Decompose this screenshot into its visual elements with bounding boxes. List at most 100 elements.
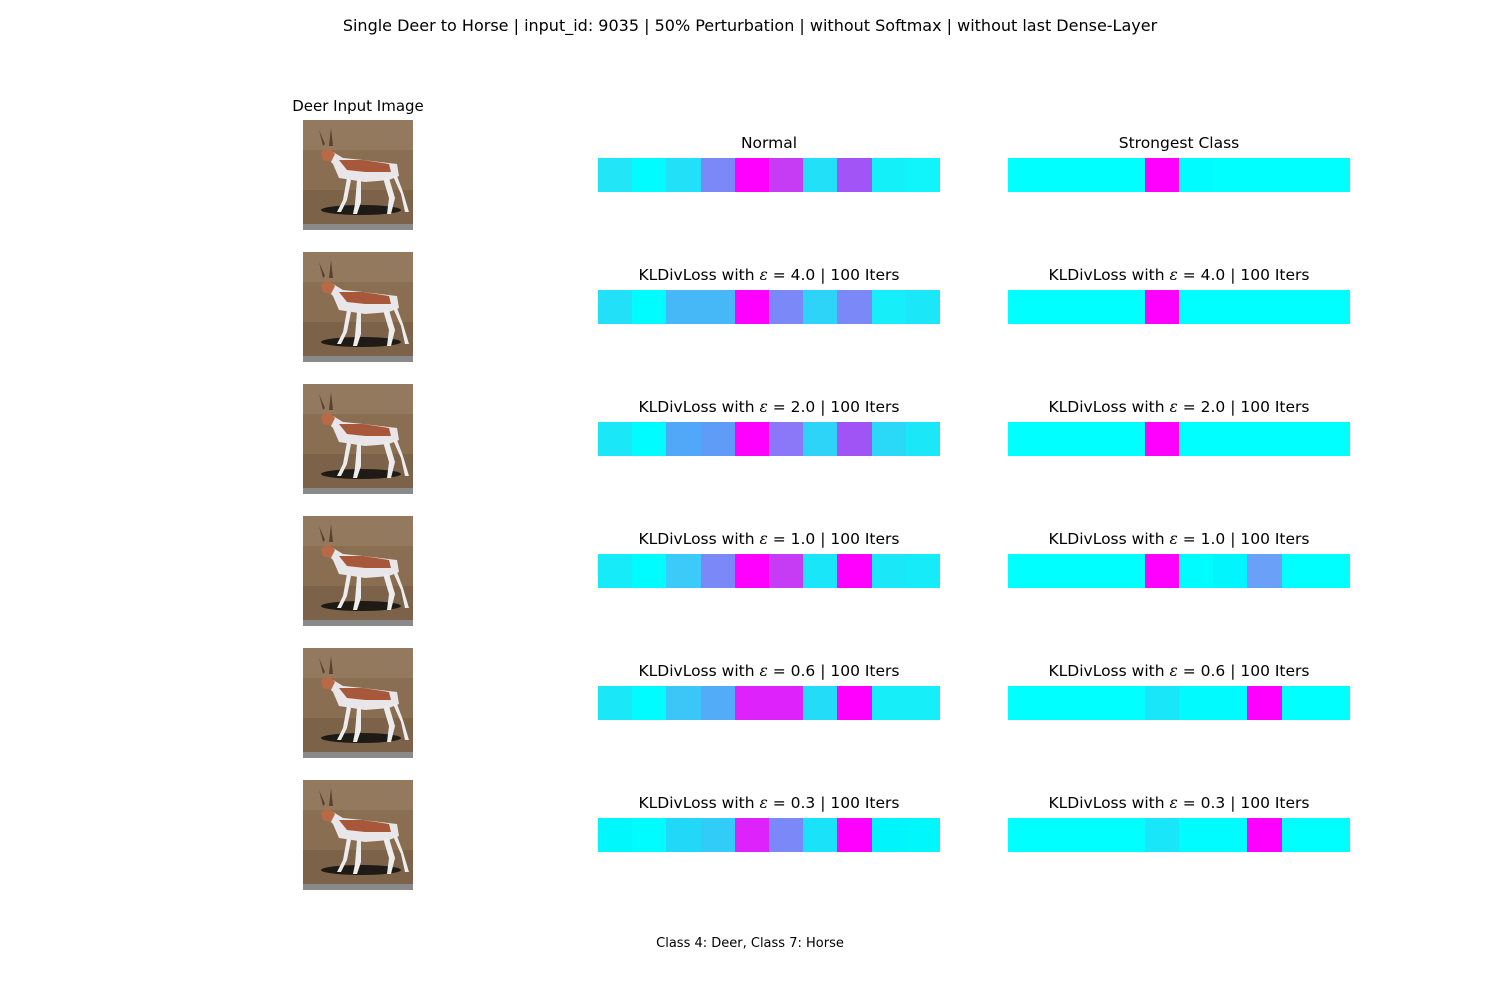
output-heatmap-bar <box>598 686 941 720</box>
class-cell-0 <box>598 158 633 192</box>
left-panel-title: KLDivLoss with ε = 1.0 | 100 Iters <box>638 530 900 548</box>
deer-input-image <box>303 516 413 626</box>
class-cell-9 <box>1315 686 1351 720</box>
class-cell-5 <box>769 422 804 456</box>
input-image-title: Deer Input Image <box>292 97 424 115</box>
class-cell-3 <box>700 686 735 720</box>
class-cell-8 <box>1281 158 1316 192</box>
class-cell-5 <box>769 290 804 324</box>
left-panel-title: KLDivLoss with ε = 0.3 | 100 Iters <box>638 794 900 812</box>
class-cell-6 <box>1213 290 1248 324</box>
class-cell-9 <box>905 818 941 852</box>
class-cell-4 <box>734 422 770 456</box>
class-cell-1 <box>1042 818 1077 852</box>
left-panel-title: Normal <box>740 134 798 152</box>
class-cell-2 <box>666 554 701 588</box>
right-panel-title: KLDivLoss with ε = 2.0 | 100 Iters <box>1048 398 1310 416</box>
epsilon-symbol: ε <box>1169 266 1178 284</box>
class-cell-2 <box>1076 290 1111 324</box>
class-cell-7 <box>837 554 872 588</box>
class-cell-3 <box>1110 158 1145 192</box>
deer-input-image <box>303 384 413 494</box>
class-cell-3 <box>1110 686 1145 720</box>
output-heatmap-bar <box>598 818 941 852</box>
right-panel-title: KLDivLoss with ε = 0.3 | 100 Iters <box>1048 794 1310 812</box>
class-cell-5 <box>769 818 804 852</box>
class-cell-7 <box>1247 818 1282 852</box>
right-panel-title: KLDivLoss with ε = 1.0 | 100 Iters <box>1048 530 1310 548</box>
class-cell-4 <box>1144 818 1180 852</box>
epsilon-symbol: ε <box>759 266 768 284</box>
class-cell-2 <box>666 686 701 720</box>
class-cell-1 <box>1042 686 1077 720</box>
deer-input-image <box>303 780 413 890</box>
strongest-class-bar <box>1008 290 1351 324</box>
class-cell-5 <box>769 686 804 720</box>
class-cell-3 <box>700 818 735 852</box>
class-cell-3 <box>1110 818 1145 852</box>
class-cell-6 <box>1213 818 1248 852</box>
class-cell-6 <box>1213 686 1248 720</box>
class-cell-8 <box>1281 554 1316 588</box>
class-cell-0 <box>1008 554 1043 588</box>
class-cell-4 <box>734 158 770 192</box>
class-cell-9 <box>1315 290 1351 324</box>
class-cell-2 <box>1076 554 1111 588</box>
class-cell-0 <box>1008 158 1043 192</box>
class-cell-1 <box>1042 290 1077 324</box>
class-cell-7 <box>837 422 872 456</box>
class-cell-0 <box>598 554 633 588</box>
epsilon-symbol: ε <box>759 662 768 680</box>
right-panel-title: Strongest Class <box>1118 134 1240 152</box>
class-cell-0 <box>1008 290 1043 324</box>
deer-input-image <box>303 648 413 758</box>
class-cell-3 <box>700 554 735 588</box>
class-legend-caption: Class 4: Deer, Class 7: Horse <box>656 936 844 951</box>
class-cell-8 <box>871 290 906 324</box>
class-cell-0 <box>598 422 633 456</box>
class-cell-6 <box>803 290 838 324</box>
class-cell-2 <box>666 158 701 192</box>
class-cell-1 <box>632 422 667 456</box>
class-cell-3 <box>1110 554 1145 588</box>
right-panel-title: KLDivLoss with ε = 4.0 | 100 Iters <box>1048 266 1310 284</box>
class-cell-9 <box>1315 158 1351 192</box>
class-cell-4 <box>1144 686 1180 720</box>
class-cell-2 <box>1076 818 1111 852</box>
class-cell-9 <box>905 686 941 720</box>
class-cell-5 <box>769 554 804 588</box>
class-cell-2 <box>1076 158 1111 192</box>
class-cell-0 <box>598 686 633 720</box>
class-cell-0 <box>598 818 633 852</box>
left-panel-title: KLDivLoss with ε = 2.0 | 100 Iters <box>638 398 900 416</box>
class-cell-2 <box>1076 422 1111 456</box>
class-cell-0 <box>598 290 633 324</box>
class-cell-5 <box>1179 158 1214 192</box>
class-cell-5 <box>1179 686 1214 720</box>
class-cell-6 <box>803 158 838 192</box>
class-cell-1 <box>1042 422 1077 456</box>
class-cell-0 <box>1008 818 1043 852</box>
class-cell-9 <box>1315 554 1351 588</box>
class-cell-7 <box>1247 158 1282 192</box>
class-cell-8 <box>1281 686 1316 720</box>
class-cell-7 <box>837 158 872 192</box>
class-cell-6 <box>1213 422 1248 456</box>
class-cell-8 <box>871 686 906 720</box>
epsilon-symbol: ε <box>759 398 768 416</box>
epsilon-symbol: ε <box>1169 530 1178 548</box>
class-cell-6 <box>803 818 838 852</box>
class-cell-1 <box>1042 158 1077 192</box>
class-cell-4 <box>734 818 770 852</box>
class-cell-8 <box>871 818 906 852</box>
class-cell-0 <box>1008 422 1043 456</box>
class-cell-2 <box>1076 686 1111 720</box>
strongest-class-bar <box>1008 818 1351 852</box>
class-cell-9 <box>905 422 941 456</box>
class-cell-3 <box>1110 290 1145 324</box>
class-cell-7 <box>837 290 872 324</box>
class-cell-0 <box>1008 686 1043 720</box>
class-cell-4 <box>734 554 770 588</box>
class-cell-9 <box>1315 422 1351 456</box>
class-cell-8 <box>1281 818 1316 852</box>
